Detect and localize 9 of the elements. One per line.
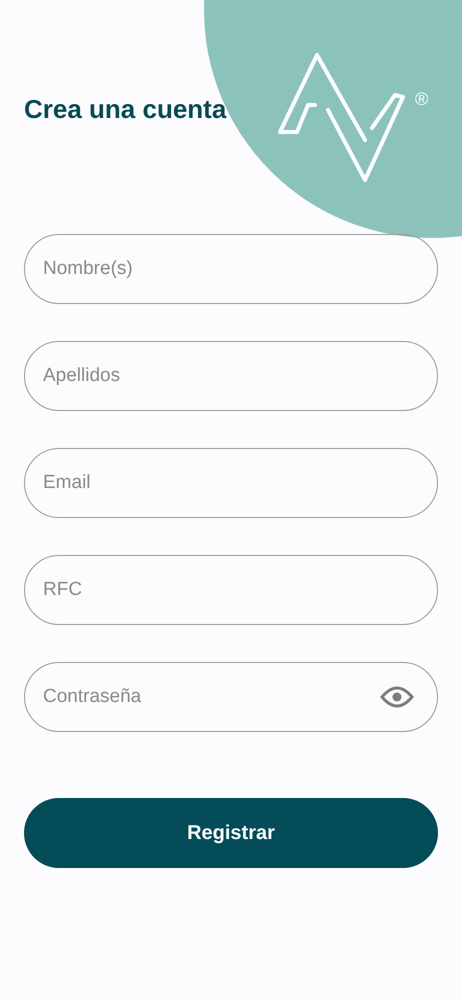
password-field[interactable]: Contraseña <box>24 662 438 732</box>
registered-mark: ® <box>415 90 428 108</box>
input-field[interactable]: RFC <box>24 555 438 625</box>
page-title: Crea una cuenta <box>23 93 226 125</box>
input-field[interactable]: Apellidos <box>24 341 438 411</box>
register-button[interactable]: Registrar <box>24 798 438 868</box>
input-field[interactable]: Nombre(s) <box>24 234 438 304</box>
input-field[interactable]: Email <box>24 448 438 518</box>
show-password-icon[interactable] <box>380 685 414 709</box>
